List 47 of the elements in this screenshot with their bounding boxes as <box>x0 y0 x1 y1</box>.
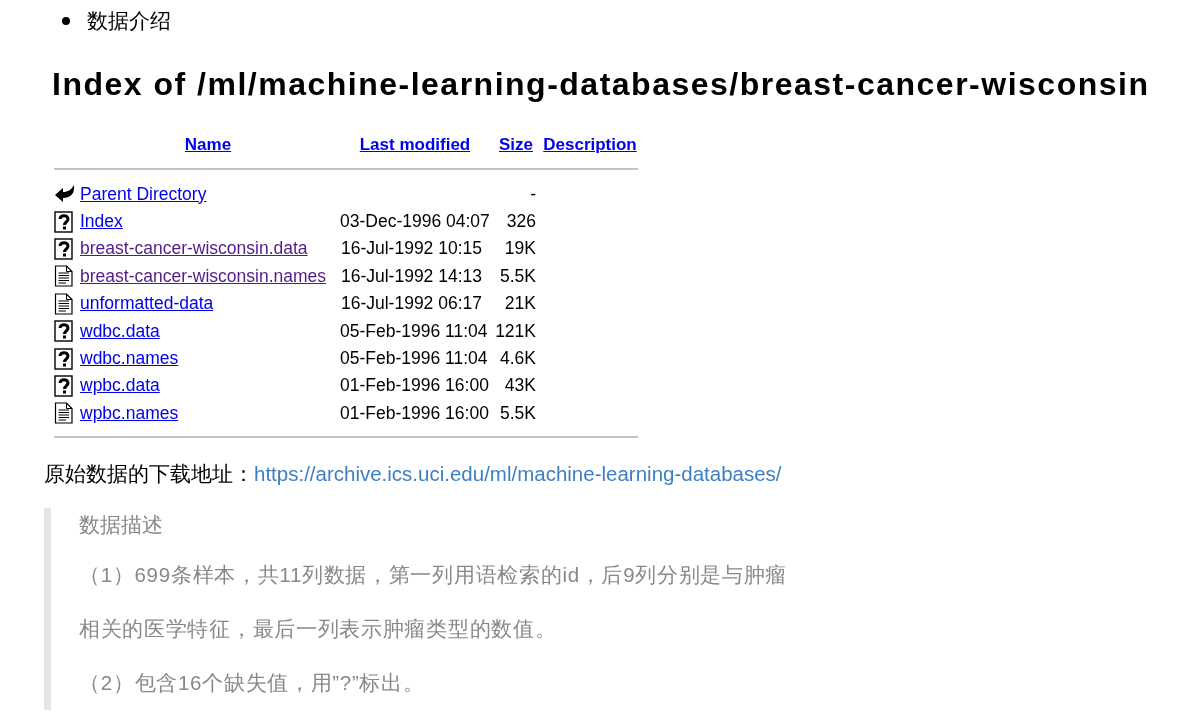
text-file-icon <box>54 265 74 288</box>
description-paragraph: （1）699条样本，共11列数据，第一列用语检索的id，后9列分别是与肿瘤相关的医学特征，最后一列表示肿瘤类型的数值。 <box>79 562 789 643</box>
question-file-icon <box>54 347 74 370</box>
file-size: 326 <box>506 210 536 231</box>
file-size: 5.5K <box>500 265 536 286</box>
file-link[interactable]: Index <box>80 210 123 231</box>
column-header-link[interactable]: Last modified <box>359 135 471 154</box>
file-link[interactable]: unformatted-data <box>80 293 214 314</box>
file-size: 19K <box>504 238 536 259</box>
question-file-icon <box>54 375 74 398</box>
question-file-icon <box>54 320 74 343</box>
file-link[interactable]: wdbc.data <box>80 320 160 341</box>
question-file-icon <box>54 238 74 260</box>
blockquote-title: 数据描述 <box>79 512 164 539</box>
file-size: - <box>530 183 536 204</box>
file-link[interactable]: wdbc.names <box>80 347 179 368</box>
text-file-icon <box>54 402 74 425</box>
download-label: 原始数据的下载地址： <box>44 461 254 488</box>
file-size: 4.6K <box>500 347 536 368</box>
description-paragraph: （2）包含16个缺失值，用”?”标出。 <box>79 670 426 697</box>
parent-directory-link[interactable]: Parent Directory <box>80 183 207 204</box>
modified-date: 01-Feb-1996 16:00 <box>340 375 489 396</box>
column-header-link[interactable]: Description <box>543 135 637 154</box>
file-size: 5.5K <box>500 402 536 423</box>
back-arrow-icon <box>54 184 75 205</box>
download-link[interactable]: https://archive.ics.uci.edu/ml/machine-learning-databases/ <box>254 459 782 490</box>
file-size: 43K <box>504 375 536 396</box>
file-link[interactable]: wpbc.data <box>80 375 160 396</box>
file-size: 21K <box>504 293 536 314</box>
modified-date: 03-Dec-1996 04:07 <box>340 210 490 231</box>
modified-date: 16-Jul-1992 06:17 <box>340 293 482 314</box>
column-header-link[interactable]: Name <box>184 135 232 154</box>
file-link[interactable]: breast-cancer-wisconsin.data <box>80 238 308 259</box>
text-file-icon <box>54 292 74 315</box>
column-header-link[interactable]: Size <box>499 135 533 154</box>
list-item-text: 数据介绍 <box>87 8 171 34</box>
page-heading: Index of /ml/machine-learning-databases/breast-cancer-wisconsin <box>52 65 1150 104</box>
file-link[interactable]: wpbc.names <box>80 402 179 423</box>
modified-date: 05-Feb-1996 11:04 <box>340 320 488 341</box>
file-size: 121K <box>495 320 536 341</box>
modified-date: 16-Jul-1992 10:15 <box>340 238 482 259</box>
question-file-icon <box>54 210 74 233</box>
modified-date: 01-Feb-1996 16:00 <box>340 402 489 423</box>
modified-date: 16-Jul-1992 14:13 <box>340 265 482 286</box>
file-link[interactable]: breast-cancer-wisconsin.names <box>80 265 327 286</box>
modified-date: 05-Feb-1996 11:04 <box>340 347 488 368</box>
bullet-icon <box>62 17 70 25</box>
